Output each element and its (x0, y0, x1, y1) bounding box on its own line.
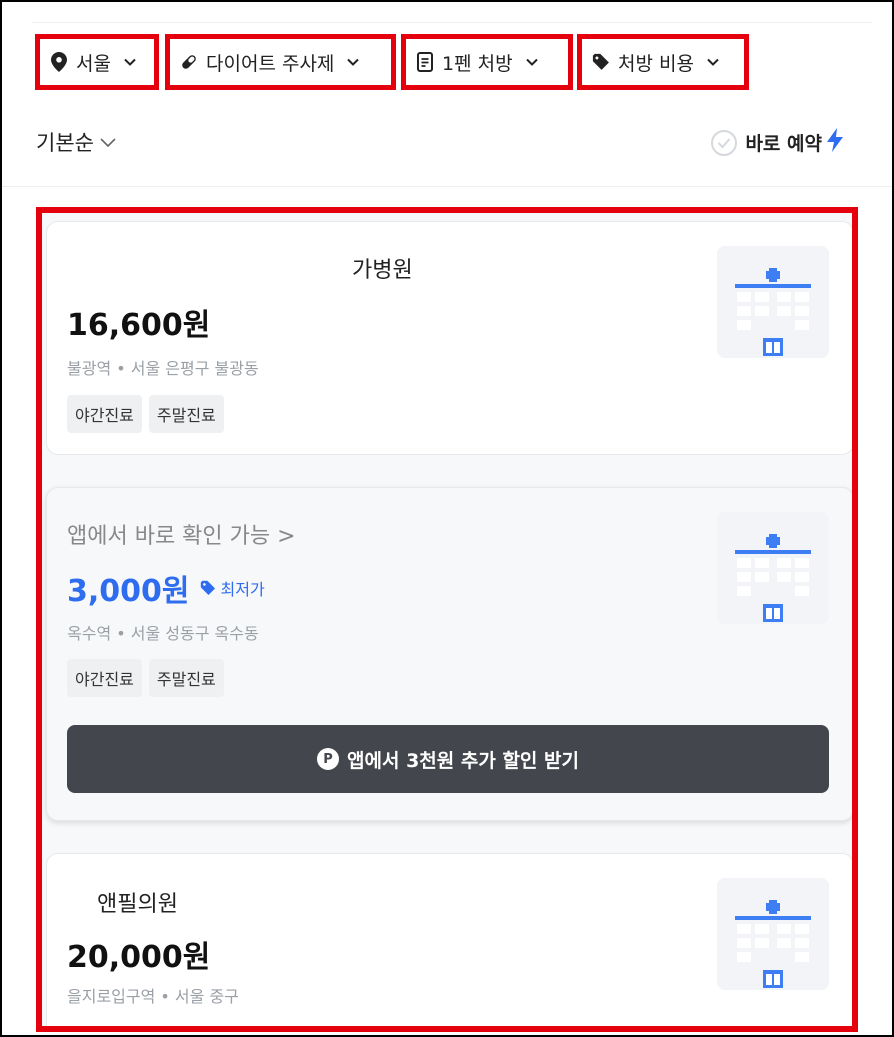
tag-weekend: 주말진료 (148, 395, 224, 433)
clinic-name: 가병원 (352, 258, 413, 283)
clinic-price: 20,000원 (67, 940, 211, 975)
chevron-down-icon (100, 138, 116, 148)
hospital-building-icon (717, 878, 829, 990)
filter-cost[interactable]: 처방 비용 (577, 34, 749, 90)
filter-label: 처방 비용 (618, 52, 694, 75)
filter-region[interactable]: 서울 (35, 34, 159, 90)
pill-icon (180, 53, 198, 71)
point-icon: P (317, 748, 340, 770)
tag-night: 야간진료 (67, 395, 142, 433)
lightning-icon (826, 128, 844, 157)
tag-weekend: 주말진료 (148, 659, 224, 697)
clinic-price: 3,000원 (67, 574, 190, 609)
price-row: 3,000원 최저가 (67, 566, 265, 610)
price-tag-icon (200, 580, 215, 596)
chevron-down-icon (347, 58, 360, 66)
tag-night: 야간진료 (67, 659, 142, 697)
location-pin-icon (50, 52, 68, 72)
check-circle-icon (711, 129, 738, 156)
clinic-name: 앤필의원 (97, 892, 178, 917)
clinic-location: 불광역 • 서울 은평구 불광동 (67, 359, 259, 378)
hospital-building-icon (717, 512, 829, 624)
clinic-location: 옥수역 • 서울 성동구 옥수동 (67, 624, 259, 643)
clinic-card[interactable]: 앤필의원 20,000원 을지로입구역 • 서울 중구 (46, 853, 852, 1026)
filter-treatment[interactable]: 다이어트 주사제 (165, 34, 396, 90)
instant-booking-toggle[interactable]: 바로 예약 (711, 128, 844, 157)
clinic-location: 을지로입구역 • 서울 중구 (67, 987, 239, 1006)
app-discount-label: 앱에서 3천원 추가 할인 받기 (347, 749, 579, 772)
chevron-down-icon (124, 58, 136, 66)
chevron-down-icon (707, 58, 719, 66)
price-tag-icon (592, 53, 610, 71)
clinic-card[interactable]: 가병원 16,600원 불광역 • 서울 은평구 불광동 야간진료 주말진료 (46, 221, 852, 455)
filter-label: 서울 (76, 52, 111, 75)
lowest-price-label: 최저가 (220, 580, 265, 599)
clinic-card[interactable]: 앱에서 바로 확인 가능 > 3,000원 최저가 옥수역 • 서울 성동구 옥… (46, 487, 852, 821)
clinic-tags: 야간진료 주말진료 (67, 395, 224, 433)
top-divider (32, 22, 872, 23)
filter-prescription[interactable]: 1펜 처방 (401, 34, 573, 90)
app-discount-button[interactable]: P 앱에서 3천원 추가 할인 받기 (67, 725, 829, 793)
section-divider (2, 186, 892, 187)
hospital-building-icon (717, 246, 829, 358)
lowest-price-badge: 최저가 (200, 576, 265, 600)
clinic-price: 16,600원 (67, 308, 211, 343)
clinic-tags: 야간진료 주말진료 (67, 659, 224, 697)
filter-label: 다이어트 주사제 (206, 52, 335, 75)
sort-dropdown[interactable]: 기본순 (36, 127, 118, 157)
chevron-down-icon (525, 58, 538, 66)
app-frame: 서울 다이어트 주사제 1펜 처방 처방 비용 기본순 바로 예약 가병원 16… (0, 0, 894, 1037)
clinic-list: 가병원 16,600원 불광역 • 서울 은평구 불광동 야간진료 주말진료 앱… (36, 207, 858, 1032)
app-check-link[interactable]: 앱에서 바로 확인 가능 > (67, 518, 296, 550)
instant-booking-label: 바로 예약 (745, 133, 822, 155)
sort-label: 기본순 (36, 131, 94, 155)
document-icon (416, 52, 434, 72)
filter-label: 1펜 처방 (442, 52, 513, 75)
